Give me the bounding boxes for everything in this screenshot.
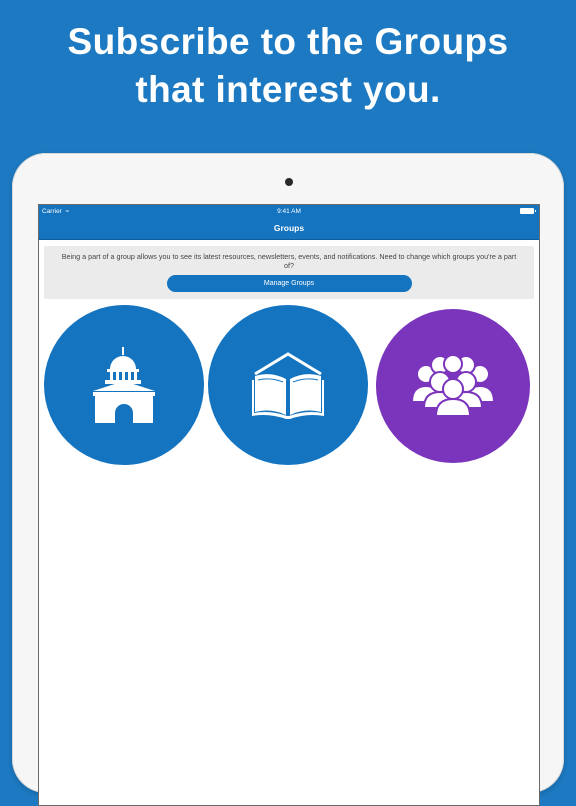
app-screen: Carrier ≈ 9:41 AM Groups Being a part of… [38,204,540,806]
groups-grid [39,299,539,479]
ipad-frame: Carrier ≈ 9:41 AM Groups Being a part of… [12,153,564,806]
status-bar: Carrier ≈ 9:41 AM [39,205,539,218]
status-time: 9:41 AM [277,208,301,215]
group-tile-book[interactable] [208,305,368,465]
manage-groups-button[interactable]: Manage Groups [166,275,412,292]
nav-title: Groups [273,223,305,233]
headline-line-2: that interest you. [135,69,441,110]
info-box: Being a part of a group allows you to se… [44,246,534,299]
group-tile-capitol[interactable] [44,305,204,465]
info-text: Being a part of a group allows you to se… [61,252,517,270]
group-tile-people[interactable] [376,309,530,463]
camera-dot [285,178,293,186]
battery-icon [520,208,536,214]
capitol-building-icon [93,347,155,423]
people-group-icon [410,354,496,417]
headline: Subscribe to the Groups that interest yo… [0,18,576,114]
open-book-icon [252,352,324,419]
nav-bar: Groups [39,218,539,240]
headline-line-1: Subscribe to the Groups [67,21,509,62]
